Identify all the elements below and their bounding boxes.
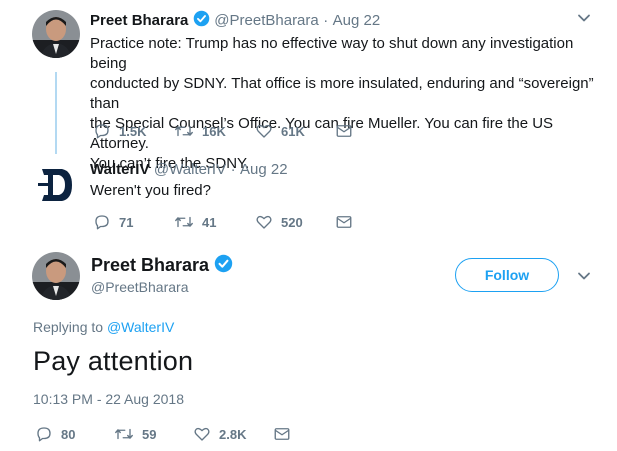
retweet-button[interactable]: 41 — [174, 213, 255, 231]
preet-avatar[interactable] — [32, 10, 80, 58]
main-timestamp[interactable]: 10:13 PM - 22 Aug 2018 — [33, 391, 184, 407]
tweet1-text-line: Practice note: Trump has no effective wa… — [90, 35, 574, 72]
tweet1-actions: 1.5K 16K 61K — [93, 122, 361, 140]
like-count: 2.8K — [219, 426, 247, 442]
reply-icon — [37, 427, 51, 442]
message-button[interactable] — [335, 122, 361, 140]
verified-badge-icon — [193, 10, 210, 32]
message-button[interactable] — [273, 425, 299, 443]
message-icon — [336, 216, 352, 228]
retweet-count: 16K — [202, 123, 226, 139]
like-button[interactable]: 520 — [255, 213, 335, 231]
main-handle[interactable]: @PreetBharara — [91, 279, 188, 295]
reply-count: 71 — [119, 214, 134, 230]
retweet-button[interactable]: 16K — [174, 122, 255, 140]
verified-badge-icon — [214, 254, 233, 278]
chevron-down-icon[interactable] — [576, 10, 592, 31]
tweet1-handle[interactable]: @PreetBharara — [214, 12, 318, 29]
replying-prefix: Replying to — [33, 319, 107, 335]
reply-button[interactable]: 1.5K — [93, 122, 174, 140]
tweet1-date[interactable]: Aug 22 — [333, 12, 381, 29]
reply-button[interactable]: 80 — [35, 425, 114, 443]
retweet-icon — [175, 216, 193, 228]
separator-dot: · — [230, 161, 236, 178]
follow-button[interactable]: Follow — [455, 258, 559, 292]
tweet1-text-line: conducted by SDNY. That office is more i… — [90, 75, 594, 112]
main-tweet-text: Pay attention — [33, 346, 194, 376]
preet-avatar[interactable] — [32, 252, 80, 300]
like-icon — [256, 124, 272, 138]
chevron-down-icon[interactable] — [576, 268, 592, 289]
tweet2-actions: 71 41 520 — [93, 213, 361, 231]
message-button[interactable] — [335, 213, 361, 231]
like-count: 520 — [281, 214, 303, 230]
reply-icon — [95, 124, 109, 139]
tweet1-header: Preet Bharara @PreetBharara · Aug 22 — [90, 10, 380, 32]
main-author-name[interactable]: Preet Bharara — [91, 255, 209, 275]
retweet-icon — [175, 125, 193, 137]
replying-to-link[interactable]: @WalterIV — [107, 319, 174, 335]
tweet2-author-name[interactable]: WalterIV — [90, 161, 149, 178]
tigers-logo-avatar[interactable] — [32, 161, 80, 209]
retweet-icon — [115, 428, 133, 440]
main-author: Preet Bharara — [91, 254, 233, 278]
reply-count: 80 — [61, 426, 76, 442]
replying-to: Replying to @WalterIV — [33, 319, 174, 335]
separator-dot: · — [323, 12, 329, 29]
main-actions: 80 59 2.8K — [35, 425, 299, 443]
like-icon — [256, 215, 272, 229]
tweet1-text: Practice note: Trump has no effective wa… — [90, 34, 610, 174]
like-button[interactable]: 2.8K — [193, 425, 273, 443]
tweet2-handle[interactable]: @WalterIV — [154, 161, 226, 178]
reply-button[interactable]: 71 — [93, 213, 174, 231]
tweet2-date[interactable]: Aug 22 — [240, 161, 288, 178]
retweet-count: 41 — [202, 214, 217, 230]
message-icon — [336, 125, 352, 137]
thread-line — [55, 72, 57, 154]
reply-icon — [95, 215, 109, 230]
retweet-count: 59 — [142, 426, 157, 442]
reply-count: 1.5K — [119, 123, 147, 139]
retweet-button[interactable]: 59 — [114, 425, 193, 443]
like-button[interactable]: 61K — [255, 122, 335, 140]
like-count: 61K — [281, 123, 305, 139]
tweet1-author-name[interactable]: Preet Bharara — [90, 12, 188, 29]
tweet2-text: Weren't you fired? — [90, 182, 211, 199]
message-icon — [274, 428, 290, 440]
tweet2-header: WalterIV @WalterIV · Aug 22 — [90, 161, 288, 179]
like-icon — [194, 427, 210, 441]
